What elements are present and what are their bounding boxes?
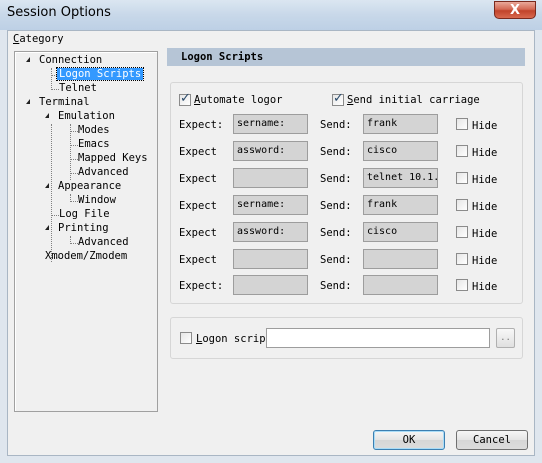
send-input[interactable]: frank (363, 195, 438, 215)
title-bar[interactable]: Session Options X (0, 0, 542, 30)
tree-item-telnet[interactable]: Telnet (57, 82, 99, 95)
hide-label: Hide (472, 174, 498, 186)
send-initial-carriage-checkbox[interactable] (332, 91, 344, 106)
collapse-triangle-icon[interactable] (26, 99, 30, 104)
tree-item-printing-advanced[interactable]: Advanced (76, 236, 131, 249)
tree-item-window[interactable]: Window (76, 194, 118, 207)
close-button[interactable]: X (494, 1, 536, 19)
expect-input[interactable]: assword: (233, 141, 308, 161)
expect-label: Expect (179, 146, 217, 158)
category-tree[interactable]: Connection Logon Scripts Telnet Terminal… (14, 51, 158, 412)
collapse-triangle-icon[interactable] (26, 57, 30, 62)
send-label: Send: (320, 227, 352, 239)
collapse-triangle-icon[interactable] (45, 225, 49, 230)
automate-logon-label[interactable]: Automate logor (194, 94, 283, 106)
expect-input[interactable] (233, 168, 308, 188)
tree-item-logon-scripts[interactable]: Logon Scripts (55, 67, 145, 81)
send-label: Send: (320, 254, 352, 266)
logon-script-checkbox[interactable] (180, 332, 192, 344)
send-input[interactable]: frank (363, 114, 438, 134)
automate-logon-checkbox[interactable] (179, 91, 191, 106)
expect-input[interactable] (233, 249, 308, 269)
hide-label: Hide (472, 201, 498, 213)
hide-checkbox[interactable] (456, 145, 468, 157)
browse-button[interactable]: .. (496, 328, 515, 348)
tree-item-emacs[interactable]: Emacs (76, 138, 112, 151)
hide-label: Hide (472, 147, 498, 159)
send-input[interactable]: cisco (363, 141, 438, 161)
tree-connector (70, 124, 71, 180)
expect-input[interactable]: sername: (233, 195, 308, 215)
expect-input[interactable] (233, 275, 308, 295)
hide-label: Hide (472, 281, 498, 293)
tree-connector (51, 68, 52, 90)
hide-checkbox[interactable] (456, 279, 468, 291)
send-label: Send: (320, 119, 352, 131)
expect-label: Expect (179, 200, 217, 212)
tree-item-printing[interactable]: Printing (56, 222, 111, 235)
hide-checkbox[interactable] (456, 199, 468, 211)
tree-item-connection[interactable]: Connection (37, 54, 104, 67)
logon-script-label[interactable]: Logon scrip (196, 333, 266, 345)
collapse-triangle-icon[interactable] (45, 113, 49, 118)
expect-input[interactable]: sername: (233, 114, 308, 134)
ok-button[interactable]: OK (373, 430, 445, 450)
send-input[interactable] (363, 275, 438, 295)
logon-script-path-input[interactable] (266, 328, 490, 348)
expect-input[interactable]: assword: (233, 222, 308, 242)
hide-label: Hide (472, 228, 498, 240)
hide-label: Hide (472, 120, 498, 132)
send-input[interactable]: cisco (363, 222, 438, 242)
collapse-triangle-icon[interactable] (45, 183, 49, 188)
send-label: Send: (320, 280, 352, 292)
tree-connector (51, 124, 52, 262)
window-title: Session Options (7, 5, 111, 20)
tree-item-mapped-keys[interactable]: Mapped Keys (76, 152, 150, 165)
category-label: Category (13, 33, 64, 45)
section-title: Logon Scripts (167, 48, 525, 66)
send-label: Send: (320, 173, 352, 185)
cancel-button[interactable]: Cancel (456, 430, 528, 450)
send-label: Send: (320, 200, 352, 212)
expect-label: Expect (179, 254, 217, 266)
hide-checkbox[interactable] (456, 172, 468, 184)
send-input[interactable]: telnet 10.1. (363, 168, 438, 188)
hide-checkbox[interactable] (456, 226, 468, 238)
tree-item-terminal[interactable]: Terminal (37, 96, 92, 109)
tree-item-xmodem-zmodem[interactable]: Xmodem/Zmodem (43, 250, 129, 263)
hide-checkbox[interactable] (456, 253, 468, 265)
send-input[interactable] (363, 249, 438, 269)
send-initial-carriage-label[interactable]: Send initial carriage (347, 94, 480, 106)
expect-label: Expect: (179, 119, 224, 131)
logon-script-group (170, 82, 523, 304)
tree-item-log-file[interactable]: Log File (57, 208, 112, 221)
tree-item-appearance[interactable]: Appearance (56, 180, 123, 193)
hide-checkbox[interactable] (456, 118, 468, 130)
tree-item-emulation-advanced[interactable]: Advanced (76, 166, 131, 179)
expect-label: Expect (179, 173, 217, 185)
close-icon: X (509, 2, 521, 18)
tree-item-modes[interactable]: Modes (76, 124, 112, 137)
hide-label: Hide (472, 255, 498, 267)
tree-item-emulation[interactable]: Emulation (56, 110, 117, 123)
expect-label: Expect: (179, 280, 224, 292)
expect-label: Expect (179, 227, 217, 239)
send-label: Send: (320, 146, 352, 158)
